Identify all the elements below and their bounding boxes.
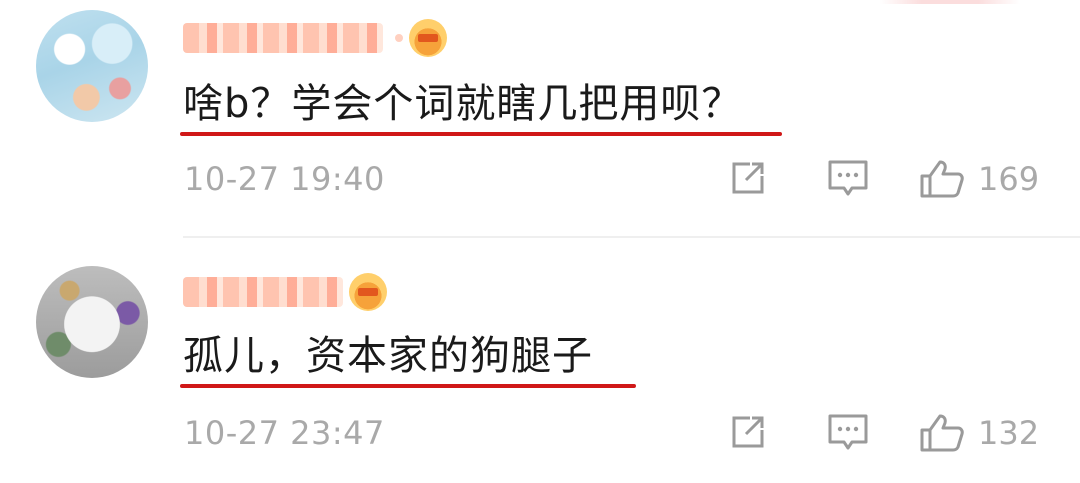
username-blurred[interactable]	[183, 272, 387, 312]
comment-timestamp: 10-27 23:47	[184, 414, 385, 452]
share-icon	[732, 416, 764, 448]
comment-text: 孤儿，资本家的狗腿子	[183, 333, 593, 379]
avatar[interactable]	[36, 266, 148, 378]
user-badge-icon	[349, 273, 387, 311]
comment-item: 孤儿，资本家的狗腿子 10-27 23:47 132	[0, 0, 1080, 483]
share-button[interactable]	[728, 412, 768, 452]
like-button[interactable]: 132	[918, 412, 1039, 454]
like-count: 132	[978, 414, 1040, 452]
like-icon	[920, 414, 964, 452]
reply-icon	[828, 414, 868, 450]
red-underline	[180, 384, 636, 388]
username-pixelated	[183, 277, 343, 307]
reply-button[interactable]	[826, 412, 870, 454]
